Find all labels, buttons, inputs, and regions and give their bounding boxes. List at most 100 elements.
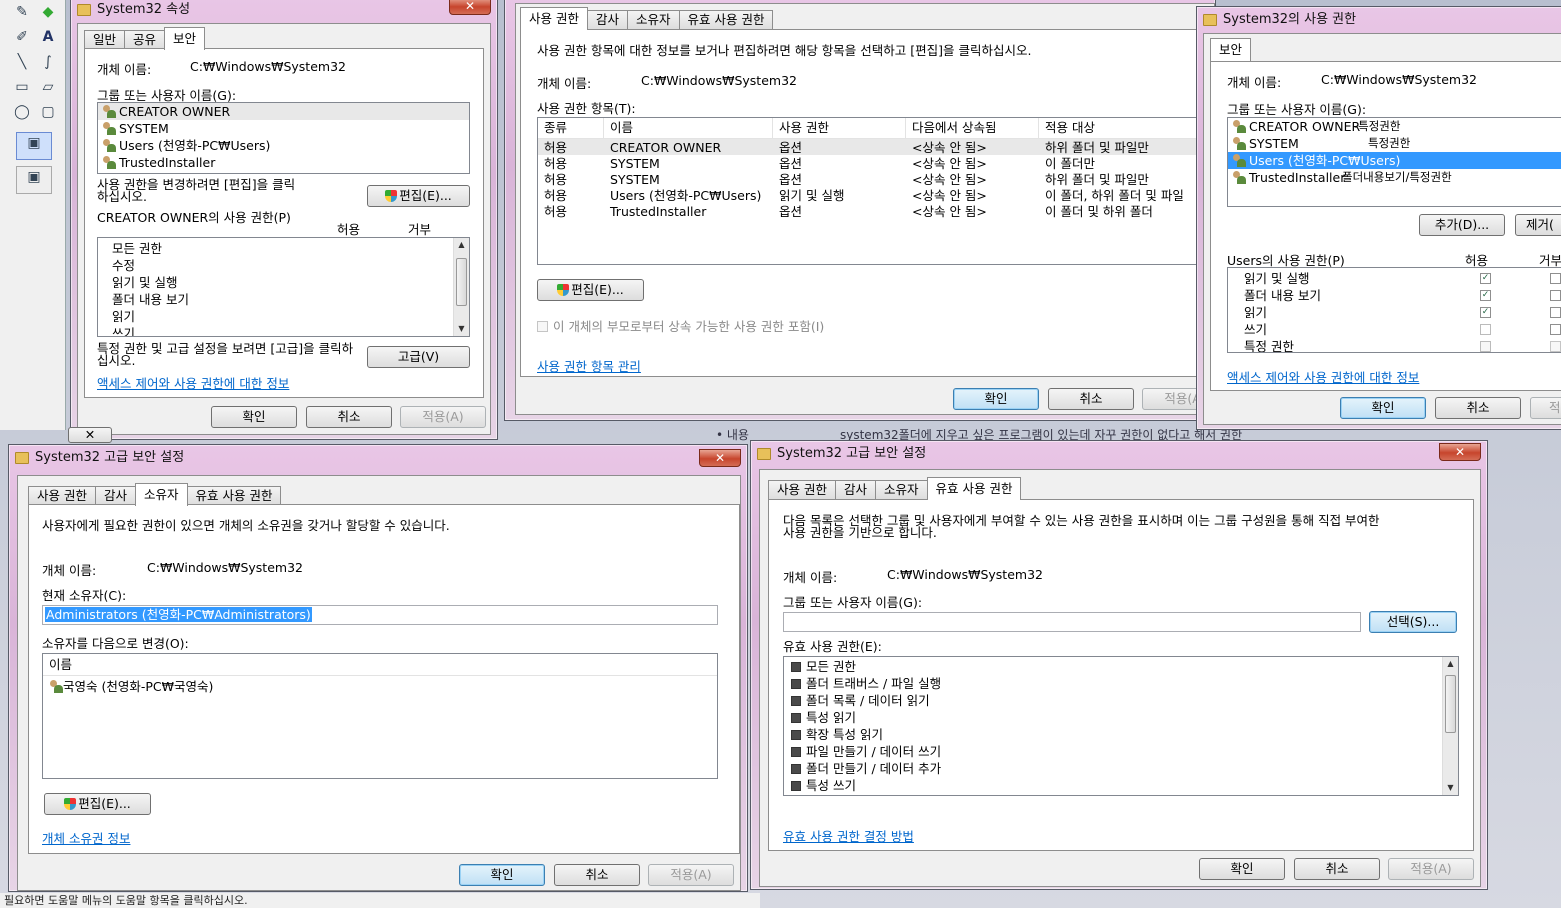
- list-item[interactable]: CREATOR OWNER -특정권한: [1228, 118, 1561, 135]
- scroll-up-icon[interactable]: ▲: [1443, 657, 1458, 671]
- allow-checkbox[interactable]: [1480, 341, 1491, 352]
- allow-checkbox[interactable]: [1480, 324, 1491, 335]
- tab-permissions[interactable]: 사용 권한: [28, 486, 96, 506]
- group-input[interactable]: [783, 612, 1361, 632]
- apply-button[interactable]: 적용(A): [1388, 858, 1474, 880]
- add-button[interactable]: 추가(D)...: [1419, 214, 1505, 236]
- current-owner-field[interactable]: Administrators (천영화-PC₩Administrators): [42, 605, 718, 625]
- rectangle-icon[interactable]: ▭: [12, 77, 32, 97]
- allow-checkbox[interactable]: ✓: [1480, 273, 1491, 284]
- scrollbar[interactable]: ▲ ▼: [1442, 657, 1458, 795]
- tab-effective[interactable]: 유효 사용 권한: [926, 477, 1022, 500]
- scroll-thumb[interactable]: [1445, 675, 1456, 733]
- col-inherited[interactable]: 다음에서 상속됨: [906, 118, 1039, 138]
- color-select-icon[interactable]: ▣: [16, 132, 52, 160]
- table-row[interactable]: 허용 TrustedInstaller 옵션 <상속 안 됨> 이 폴더 및 하위 폴더: [538, 203, 1212, 219]
- permission-list[interactable]: 모든 권한 수정 읽기 및 실행 폴더 내용 보기 읽기 쓰기 ▲ ▼: [97, 237, 470, 337]
- apply-button[interactable]: 적용(A): [648, 864, 734, 886]
- tab-effective[interactable]: 유효 사용 권한: [678, 10, 774, 30]
- inherit-checkbox[interactable]: 이 개체의 부모로부터 상속 가능한 사용 권한 포함(I): [537, 316, 824, 335]
- deny-checkbox[interactable]: [1550, 290, 1561, 301]
- tab-permissions[interactable]: 사용 권한: [768, 480, 836, 500]
- col-type[interactable]: 종류: [538, 118, 604, 138]
- fill-icon[interactable]: ◆: [38, 2, 58, 22]
- close-button[interactable]: ✕: [1439, 443, 1481, 461]
- ok-button[interactable]: 확인: [1340, 397, 1426, 419]
- permission-list[interactable]: 읽기 및 실행 ✓ 폴더 내용 보기 ✓ 읽기 ✓ 쓰기 특정 권한: [1227, 267, 1561, 353]
- scroll-thumb[interactable]: [456, 258, 467, 306]
- allow-checkbox[interactable]: ✓: [1480, 290, 1491, 301]
- cancel-button[interactable]: 취소: [1435, 397, 1521, 419]
- deny-checkbox[interactable]: [1550, 273, 1561, 284]
- col-permission[interactable]: 사용 권한: [773, 118, 906, 138]
- tab-effective[interactable]: 유효 사용 권한: [186, 486, 282, 506]
- table-row[interactable]: 허용 SYSTEM 옵션 <상속 안 됨> 이 폴더만: [538, 155, 1212, 171]
- tab-audit[interactable]: 감사: [834, 480, 876, 500]
- access-info-link[interactable]: 액세스 제어와 사용 권한에 대한 정보: [97, 373, 289, 392]
- cancel-button[interactable]: 취소: [1048, 388, 1134, 410]
- list-item[interactable]: SYSTEM 특정권한: [1228, 135, 1561, 152]
- effective-info-link[interactable]: 유효 사용 권한 결정 방법: [783, 826, 914, 845]
- picker-icon[interactable]: ✐: [12, 27, 32, 47]
- list-item[interactable]: 국영숙 (천영화-PC₩국영숙): [43, 678, 717, 695]
- ok-button[interactable]: 확인: [459, 864, 545, 886]
- text-tool-icon[interactable]: A: [38, 27, 58, 47]
- edit-button[interactable]: 편집(E)...: [44, 793, 151, 815]
- rounded-rect-icon[interactable]: ▢: [38, 102, 58, 122]
- tab-owner[interactable]: 소유자: [875, 480, 928, 500]
- tab-general[interactable]: 일반: [84, 30, 126, 50]
- apply-button[interactable]: 적용(A): [400, 406, 486, 428]
- tab-security[interactable]: 보안: [1210, 38, 1252, 61]
- deny-checkbox[interactable]: [1550, 324, 1561, 335]
- select-button[interactable]: 선택(S)...: [1369, 611, 1457, 633]
- manage-entries-link[interactable]: 사용 권한 항목 관리: [537, 356, 641, 375]
- edit-button[interactable]: 편집(E)...: [367, 185, 470, 207]
- line-icon[interactable]: ╲: [12, 52, 32, 72]
- list-item[interactable]: TrustedInstaller 폴더내용보기/특정권한: [1228, 169, 1561, 186]
- ok-button[interactable]: 확인: [953, 388, 1039, 410]
- close-button[interactable]: ✕: [449, 0, 491, 15]
- close-icon[interactable]: ✕: [68, 427, 112, 443]
- effective-permission-list[interactable]: 모든 권한 폴더 트래버스 / 파일 실행 폴더 목록 / 데이터 읽기 특성 읽기 확…: [783, 656, 1459, 796]
- scroll-down-icon[interactable]: ▼: [454, 322, 469, 336]
- ok-button[interactable]: 확인: [211, 406, 297, 428]
- apply-button[interactable]: 적: [1530, 397, 1561, 419]
- user-list[interactable]: CREATOR OWNER SYSTEM Users (천영화-PC₩Users…: [97, 102, 470, 174]
- tab-permissions[interactable]: 사용 권한: [520, 7, 588, 30]
- curve-icon[interactable]: ∫: [38, 52, 58, 72]
- owner-info-link[interactable]: 개체 소유권 정보: [42, 828, 130, 847]
- pencil-icon[interactable]: ✎: [12, 2, 32, 22]
- list-item[interactable]: SYSTEM: [98, 120, 469, 137]
- list-item[interactable]: Users (천영화-PC₩Users): [1228, 152, 1561, 169]
- user-list[interactable]: CREATOR OWNER -특정권한 SYSTEM 특정권한 Users (천영화…: [1227, 117, 1561, 207]
- scroll-up-icon[interactable]: ▲: [454, 238, 469, 252]
- list-item[interactable]: CREATOR OWNER: [98, 103, 469, 120]
- cancel-button[interactable]: 취소: [554, 864, 640, 886]
- table-row[interactable]: 허용 SYSTEM 옵션 <상속 안 됨> 하위 폴더 및 파일만: [538, 171, 1212, 187]
- polygon-icon[interactable]: ▱: [38, 77, 58, 97]
- color-fill-icon[interactable]: ▣: [16, 166, 52, 194]
- scroll-down-icon[interactable]: ▼: [1443, 781, 1458, 795]
- cancel-button[interactable]: 취소: [306, 406, 392, 428]
- cancel-button[interactable]: 취소: [1294, 858, 1380, 880]
- close-button[interactable]: ✕: [699, 449, 741, 467]
- tab-sharing[interactable]: 공유: [124, 30, 166, 50]
- col-name[interactable]: 이름: [43, 654, 717, 676]
- ok-button[interactable]: 확인: [1199, 858, 1285, 880]
- ellipse-icon[interactable]: ◯: [12, 102, 32, 122]
- permission-entries-table[interactable]: 종류 이름 사용 권한 다음에서 상속됨 적용 대상 허용 CREATOR OWN…: [537, 117, 1213, 265]
- col-apply-to[interactable]: 적용 대상: [1039, 118, 1212, 138]
- owner-candidates-list[interactable]: 이름 국영숙 (천영화-PC₩국영숙): [42, 653, 718, 779]
- table-row[interactable]: 허용 CREATOR OWNER 옵션 <상속 안 됨> 하위 폴더 및 파일만: [538, 139, 1212, 155]
- list-item[interactable]: Users (천영화-PC₩Users): [98, 137, 469, 154]
- list-item[interactable]: TrustedInstaller: [98, 154, 469, 171]
- tab-audit[interactable]: 감사: [586, 10, 628, 30]
- access-info-link[interactable]: 액세스 제어와 사용 권한에 대한 정보: [1227, 367, 1419, 386]
- tab-audit[interactable]: 감사: [94, 486, 136, 506]
- allow-checkbox[interactable]: ✓: [1480, 307, 1491, 318]
- remove-button[interactable]: 제거(: [1515, 214, 1561, 236]
- deny-checkbox[interactable]: [1550, 307, 1561, 318]
- advanced-button[interactable]: 고급(V): [367, 346, 470, 368]
- table-row[interactable]: 허용 Users (천영화-PC₩Users) 읽기 및 실행 <상속 안 됨> 이 폴…: [538, 187, 1212, 203]
- col-name[interactable]: 이름: [604, 118, 773, 138]
